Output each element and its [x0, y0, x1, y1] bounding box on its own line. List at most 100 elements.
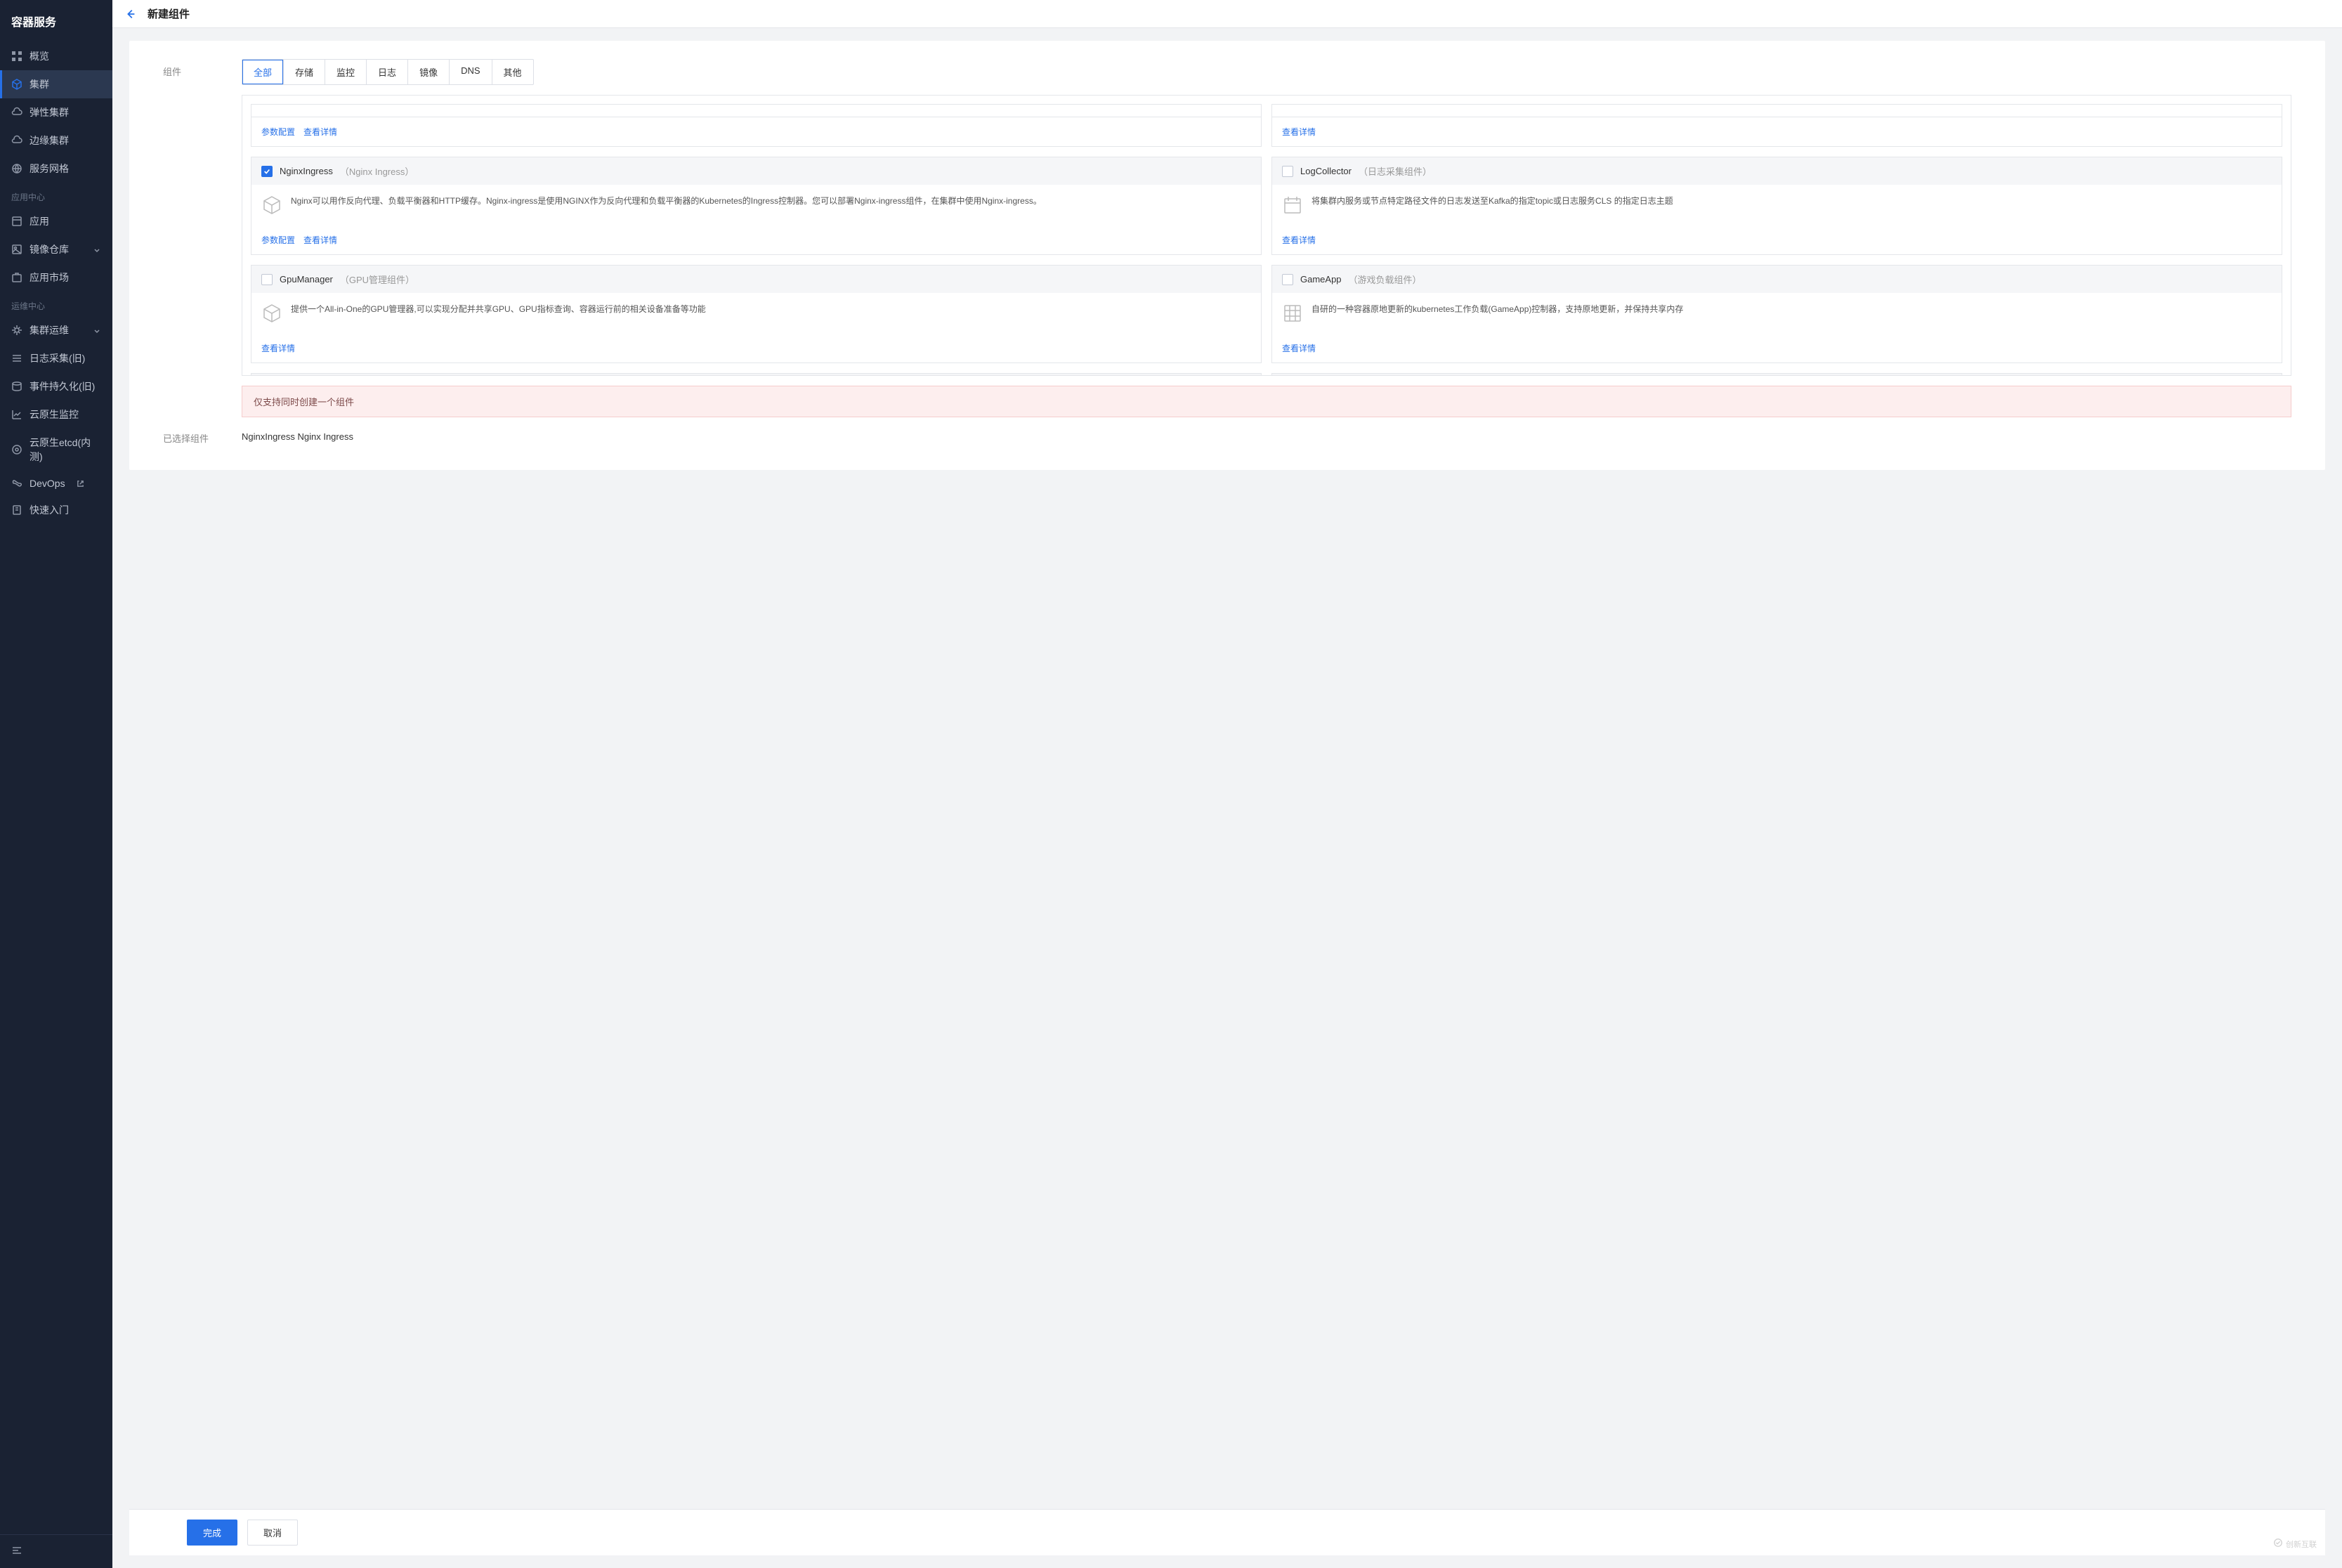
link-view-detail[interactable]: 查看详情: [261, 342, 295, 354]
box-icon: [261, 303, 282, 324]
sidebar-item-label: 应用: [30, 214, 49, 228]
sidebar-item-label: 云原生监控: [30, 407, 79, 422]
infinity-icon: [11, 478, 22, 489]
sidebar-item-label: 概览: [30, 49, 49, 63]
link-view-detail[interactable]: 查看详情: [303, 126, 337, 138]
component-card-gameapp[interactable]: GameApp （游戏负载组件） 自研的一种容器原地更新的kubernetes工…: [1271, 265, 2282, 363]
component-card-partial-left: 参数配置 查看详情: [251, 104, 1262, 147]
component-alt: （GPU管理组件）: [340, 273, 414, 286]
sidebar-item-ops[interactable]: 集群运维: [0, 316, 112, 344]
component-alt: （游戏负载组件）: [1349, 273, 1422, 286]
tab-storage[interactable]: 存储: [284, 60, 325, 84]
component-card-logcollector[interactable]: LogCollector （日志采集组件） 将集群内服务或节点特定路径文件的日志…: [1271, 157, 2282, 255]
chevron-down-icon: [93, 245, 101, 254]
component-name: NginxIngress: [280, 166, 333, 176]
component-card-dynamicscheduler[interactable]: DynamicScheduler （动态调度器插件）: [251, 373, 1262, 376]
collapse-icon: [11, 1547, 22, 1558]
component-card-descheduler[interactable]: DeScheduler: [1271, 373, 2282, 376]
sidebar-item-quickstart[interactable]: 快速入门: [0, 496, 112, 524]
sidebar-item-overview[interactable]: 概览: [0, 42, 112, 70]
alert-single-select: 仅支持同时创建一个组件: [242, 386, 2291, 417]
sidebar-item-label: 事件持久化(旧): [30, 379, 95, 393]
sidebar-item-label: 云原生etcd(内测): [30, 436, 101, 464]
sidebar-item-elastic[interactable]: 弹性集群: [0, 98, 112, 126]
link-param-config[interactable]: 参数配置: [261, 234, 295, 246]
sidebar-item-registry[interactable]: 镜像仓库: [0, 235, 112, 263]
content: 组件 全部 存储 监控 日志 镜像 DNS 其他: [112, 28, 2342, 1568]
sidebar-item-mesh[interactable]: 服务网格: [0, 155, 112, 183]
sidebar-item-label: 镜像仓库: [30, 242, 69, 256]
sidebar-item-label: 服务网格: [30, 162, 69, 176]
sidebar-item-market[interactable]: 应用市场: [0, 263, 112, 292]
sidebar-item-eventold[interactable]: 事件持久化(旧): [0, 372, 112, 400]
mesh-icon: [11, 163, 22, 174]
book-icon: [11, 504, 22, 516]
sidebar-item-etcd[interactable]: 云原生etcd(内测): [0, 429, 112, 471]
component-card-partial-right: 查看详情: [1271, 104, 2282, 147]
sidebar-item-app[interactable]: 应用: [0, 207, 112, 235]
topbar: 新建组件: [112, 0, 2342, 28]
component-desc: 自研的一种容器原地更新的kubernetes工作负载(GameApp)控制器，支…: [1311, 303, 1683, 316]
tab-other[interactable]: 其他: [492, 60, 533, 84]
sidebar-item-logold[interactable]: 日志采集(旧): [0, 344, 112, 372]
component-name: GpuManager: [280, 274, 333, 285]
grid-icon: [11, 51, 22, 62]
component-card-gpumanager[interactable]: GpuManager （GPU管理组件） 提供一个All-in-One的GPU管…: [251, 265, 1262, 363]
calendar-icon: [1282, 195, 1303, 216]
sidebar-item-label: DevOps: [30, 478, 65, 489]
checkbox-logcollector[interactable]: [1282, 166, 1293, 177]
component-desc: 提供一个All-in-One的GPU管理器,可以实现分配并共享GPU、GPU指标…: [291, 303, 706, 316]
component-desc: Nginx可以用作反向代理、负载平衡器和HTTP缓存。Nginx-ingress…: [291, 195, 1042, 208]
main: 新建组件 组件 全部 存储 监控 日志 镜像 DNS 其他: [112, 0, 2342, 1568]
watermark-icon: [2273, 1538, 2283, 1550]
cloud-alt-icon: [11, 135, 22, 146]
cube-icon: [11, 79, 22, 90]
link-param-config[interactable]: 参数配置: [261, 126, 295, 138]
sidebar-item-label: 集群运维: [30, 323, 69, 337]
component-name: LogCollector: [1300, 166, 1352, 176]
component-scroll-area[interactable]: 参数配置 查看详情 查看详情: [242, 95, 2291, 376]
link-view-detail[interactable]: 查看详情: [1282, 234, 1316, 246]
database-icon: [11, 381, 22, 392]
checkbox-nginxingress[interactable]: [261, 166, 273, 177]
component-alt: （Nginx Ingress）: [340, 164, 414, 178]
back-button[interactable]: [124, 7, 138, 21]
component-name: GameApp: [1300, 274, 1342, 285]
tab-dns[interactable]: DNS: [450, 60, 492, 84]
chart-icon: [11, 409, 22, 420]
filter-tabs: 全部 存储 监控 日志 镜像 DNS 其他: [242, 59, 534, 85]
checkbox-gameapp[interactable]: [1282, 274, 1293, 285]
form-body: 全部 存储 监控 日志 镜像 DNS 其他: [242, 59, 2291, 449]
component-desc: 将集群内服务或节点特定路径文件的日志发送至Kafka的指定topic或日志服务C…: [1311, 195, 1673, 208]
link-view-detail[interactable]: 查看详情: [1282, 342, 1316, 354]
cancel-button[interactable]: 取消: [247, 1520, 298, 1546]
sidebar-item-label: 弹性集群: [30, 105, 69, 119]
tab-all[interactable]: 全部: [242, 60, 284, 84]
component-grid: 参数配置 查看详情 查看详情: [251, 104, 2282, 376]
grid-add-icon: [1282, 303, 1303, 324]
sidebar-section-ops: 运维中心: [0, 292, 112, 316]
etcd-icon: [11, 444, 22, 455]
confirm-button[interactable]: 完成: [187, 1520, 237, 1546]
sidebar-item-label: 集群: [30, 77, 49, 91]
link-view-detail[interactable]: 查看详情: [1282, 126, 1316, 138]
sidebar-item-cluster[interactable]: 集群: [0, 70, 112, 98]
wrench-icon: [11, 325, 22, 336]
sidebar-item-edge[interactable]: 边缘集群: [0, 126, 112, 155]
sidebar-item-label: 日志采集(旧): [30, 351, 85, 365]
tab-monitor[interactable]: 监控: [325, 60, 367, 84]
watermark: 创新互联: [2273, 1538, 2317, 1550]
sidebar-collapse-toggle[interactable]: [0, 1534, 112, 1568]
apps-icon: [11, 216, 22, 227]
checkbox-gpumanager[interactable]: [261, 274, 273, 285]
link-view-detail[interactable]: 查看详情: [303, 234, 337, 246]
box-icon: [261, 195, 282, 216]
tab-log[interactable]: 日志: [367, 60, 408, 84]
component-card-nginxingress[interactable]: NginxIngress （Nginx Ingress） Nginx可以用作反向…: [251, 157, 1262, 255]
sidebar-section-app: 应用中心: [0, 183, 112, 207]
sidebar-item-devops[interactable]: DevOps: [0, 471, 112, 496]
sidebar-item-monitor[interactable]: 云原生监控: [0, 400, 112, 429]
form-label-component: 组件: [163, 59, 209, 449]
cloud-icon: [11, 107, 22, 118]
tab-image[interactable]: 镜像: [408, 60, 450, 84]
